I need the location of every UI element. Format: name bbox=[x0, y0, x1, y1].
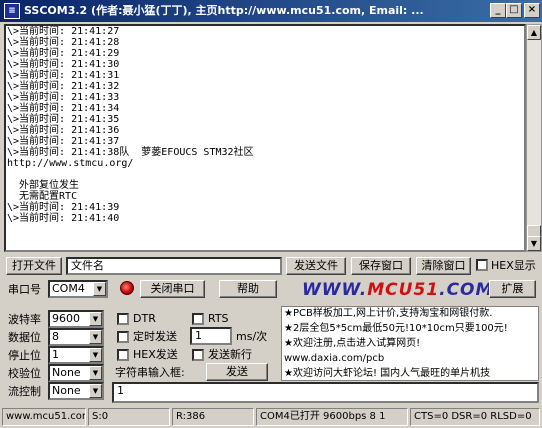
port-status-led-icon bbox=[120, 281, 134, 295]
send-newline-checkbox[interactable] bbox=[192, 349, 204, 361]
console-text: \>当前时间: 21:41:27 \>当前时间: 21:41:28 \>当前时间: … bbox=[6, 26, 524, 224]
ad-line: www.daxia.com/pcb bbox=[284, 353, 385, 364]
console-line: 无需配置RTC bbox=[7, 191, 78, 202]
data-bits-label: 数据位 bbox=[8, 331, 41, 344]
stop-bits-select[interactable]: 1 ▼ bbox=[48, 346, 104, 364]
clear-window-button[interactable]: 清除窗口 bbox=[416, 257, 471, 275]
scroll-down-icon[interactable]: ▼ bbox=[527, 236, 541, 251]
port-select[interactable]: COM4 ▼ bbox=[48, 280, 108, 298]
chevron-down-icon[interactable]: ▼ bbox=[89, 330, 102, 344]
baud-label: 波特率 bbox=[8, 313, 41, 326]
stop-bits-label: 停止位 bbox=[8, 349, 41, 362]
console-line: \>当前时间: 21:41:27 bbox=[7, 26, 120, 37]
baud-select[interactable]: 9600 ▼ bbox=[48, 310, 104, 328]
hex-display-label: HEX显示 bbox=[491, 259, 536, 272]
parity-value: None bbox=[52, 366, 81, 379]
send-text-input[interactable]: 1 bbox=[112, 382, 539, 403]
send-newline-label: 发送新行 bbox=[208, 348, 252, 361]
console-line: \>当前时间: 21:41:30 bbox=[7, 59, 120, 70]
interval-unit-label: ms/次 bbox=[236, 330, 268, 343]
ad-line: ★欢迎访问大虾论坛! 国内人气最旺的单片机技 bbox=[284, 368, 491, 379]
app-icon[interactable]: ≡ bbox=[4, 3, 20, 19]
logo-mcu51: MCU51 bbox=[367, 280, 440, 300]
timed-send-label: 定时发送 bbox=[133, 330, 177, 343]
console-line: \>当前时间: 21:41:39 bbox=[7, 202, 120, 213]
logo-www: WWW. bbox=[302, 280, 368, 300]
chevron-down-icon[interactable]: ▼ bbox=[89, 348, 102, 362]
hex-send-checkbox[interactable] bbox=[117, 349, 129, 361]
status-signals: CTS=0 DSR=0 RLSD=0 bbox=[410, 408, 540, 426]
help-button[interactable]: 帮助 bbox=[219, 280, 277, 298]
scroll-up-icon[interactable]: ▲ bbox=[527, 25, 541, 40]
console-line: \>当前时间: 21:41:29 bbox=[7, 48, 120, 59]
console-line: \>当前时间: 21:41:34 bbox=[7, 103, 120, 114]
data-bits-select[interactable]: 8 ▼ bbox=[48, 328, 104, 346]
title-bar[interactable]: ≡ SSCOM3.2 (作者:聂小猛(丁丁), 主页http://www.mcu… bbox=[0, 0, 542, 22]
rts-label: RTS bbox=[208, 312, 229, 325]
port-label: 串口号 bbox=[8, 283, 41, 296]
port-value: COM4 bbox=[52, 282, 85, 295]
dtr-label: DTR bbox=[133, 312, 156, 325]
receive-console[interactable]: \>当前时间: 21:41:27 \>当前时间: 21:41:28 \>当前时间: … bbox=[4, 24, 526, 252]
chevron-down-icon[interactable]: ▼ bbox=[89, 366, 102, 380]
chevron-down-icon[interactable]: ▼ bbox=[89, 384, 102, 398]
console-line: \>当前时间: 21:41:31 bbox=[7, 70, 120, 81]
flow-control-value: None bbox=[52, 384, 81, 397]
interval-input[interactable]: 1 bbox=[190, 327, 232, 345]
stop-bits-value: 1 bbox=[52, 348, 59, 361]
chevron-down-icon[interactable]: ▼ bbox=[93, 282, 106, 296]
expand-button[interactable]: 扩展 bbox=[489, 280, 536, 298]
parity-label: 校验位 bbox=[8, 367, 41, 380]
filename-input[interactable]: 文件名 bbox=[66, 257, 282, 275]
console-line: \>当前时间: 21:41:32 bbox=[7, 81, 120, 92]
close-button[interactable]: × bbox=[524, 3, 540, 18]
flow-control-select[interactable]: None ▼ bbox=[48, 382, 104, 400]
vertical-scrollbar[interactable]: ▲ ▼ bbox=[526, 24, 542, 252]
maximize-button[interactable]: □ bbox=[506, 3, 522, 18]
console-line: \>当前时间: 21:41:28 bbox=[7, 37, 120, 48]
hex-send-label: HEX发送 bbox=[133, 348, 178, 361]
dtr-checkbox[interactable] bbox=[117, 313, 129, 325]
window-title: SSCOM3.2 (作者:聂小猛(丁丁), 主页http://www.mcu51… bbox=[24, 4, 424, 17]
console-line: \>当前时间: 21:41:37 bbox=[7, 136, 120, 147]
status-port: COM4已打开 9600bps 8 1 bbox=[256, 408, 408, 426]
hex-display-checkbox[interactable] bbox=[476, 259, 488, 271]
console-line: \>当前时间: 21:41:38队 萝蒌EFOUCS STM32社区 bbox=[7, 147, 254, 158]
save-window-button[interactable]: 保存窗口 bbox=[351, 257, 411, 275]
console-line: \>当前时间: 21:41:33 bbox=[7, 92, 120, 103]
status-sent: S:0 bbox=[88, 408, 170, 426]
send-file-button[interactable]: 发送文件 bbox=[286, 257, 346, 275]
flow-control-label: 流控制 bbox=[8, 385, 41, 398]
minimize-button[interactable]: _ bbox=[490, 3, 506, 18]
status-received: R:386 bbox=[172, 408, 254, 426]
ad-line: ★PCB样板加工,网上计价,支持淘宝和网银付款. bbox=[284, 308, 493, 319]
console-line: \>当前时间: 21:41:40 bbox=[7, 213, 120, 224]
ad-panel[interactable]: ★PCB样板加工,网上计价,支持淘宝和网银付款. ★2层全包5*5cm最低50元… bbox=[281, 306, 539, 381]
send-button[interactable]: 发送 bbox=[206, 363, 268, 381]
close-port-button[interactable]: 关闭串口 bbox=[140, 280, 205, 298]
open-file-button[interactable]: 打开文件 bbox=[6, 257, 62, 275]
ad-line: ★2层全包5*5cm最低50元!10*10cm只要100元! bbox=[284, 323, 508, 334]
parity-select[interactable]: None ▼ bbox=[48, 364, 104, 382]
logo-com: .COM bbox=[439, 280, 494, 300]
main-window: ≡ SSCOM3.2 (作者:聂小猛(丁丁), 主页http://www.mcu… bbox=[0, 0, 542, 428]
console-line: http://www.stmcu.org/ bbox=[7, 158, 134, 169]
chevron-down-icon[interactable]: ▼ bbox=[89, 312, 102, 326]
timed-send-checkbox[interactable] bbox=[117, 331, 129, 343]
data-bits-value: 8 bbox=[52, 330, 59, 343]
console-line: \>当前时间: 21:41:35 bbox=[7, 114, 120, 125]
rts-checkbox[interactable] bbox=[192, 313, 204, 325]
string-input-label: 字符串输入框: bbox=[115, 366, 185, 379]
baud-value: 9600 bbox=[52, 312, 80, 325]
console-line: \>当前时间: 21:41:36 bbox=[7, 125, 120, 136]
status-site: www.mcu51.com bbox=[2, 408, 86, 426]
mcu51-logo[interactable]: WWW.MCU51.COM bbox=[302, 280, 493, 300]
console-line: 外部复位发生 bbox=[7, 180, 80, 191]
ad-line: ★欢迎注册,点击进入试算网页! bbox=[284, 338, 421, 349]
